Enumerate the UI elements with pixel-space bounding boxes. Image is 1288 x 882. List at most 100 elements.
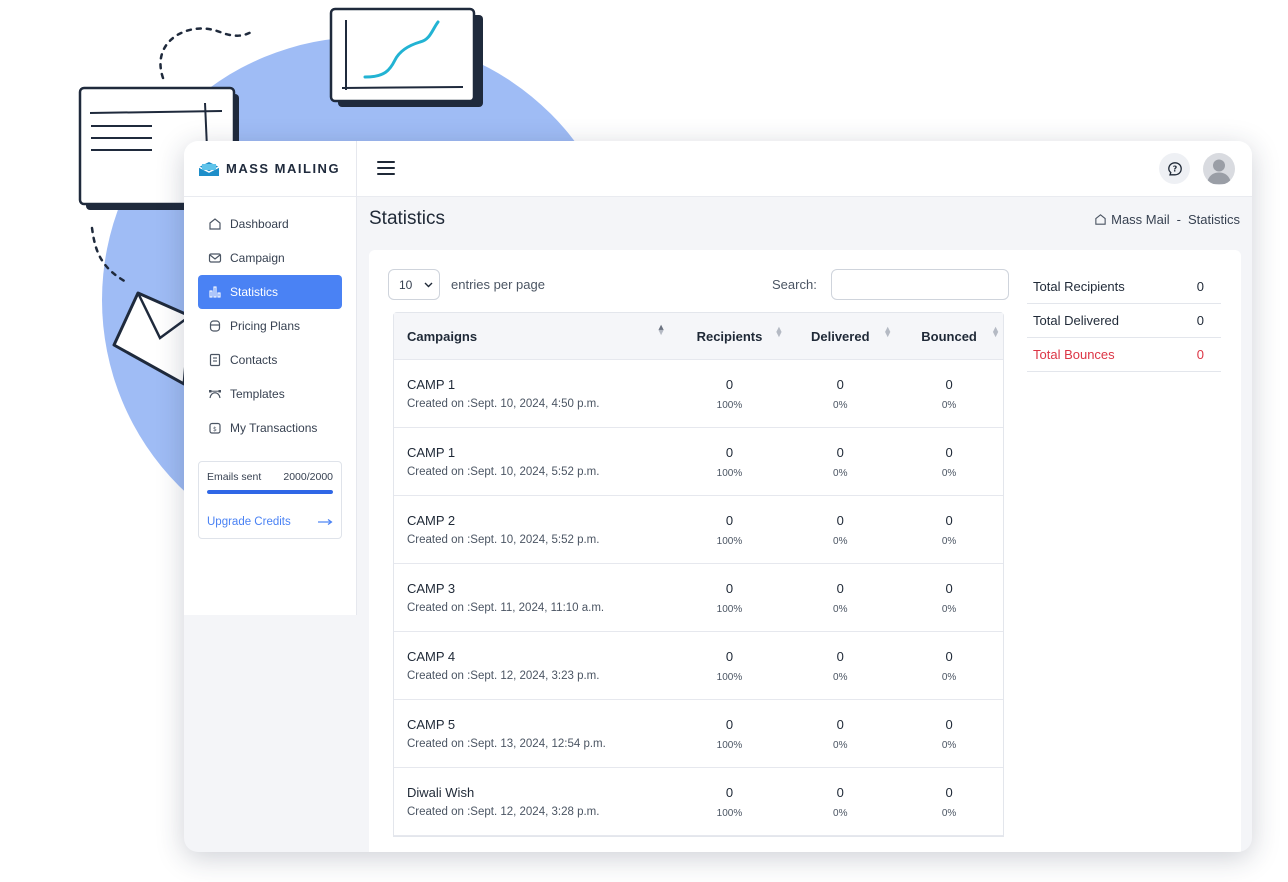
column-label: Bounced	[921, 328, 977, 344]
sidebar-item-pricing-plans[interactable]: Pricing Plans	[198, 309, 342, 343]
recipients-cell: 0 100%	[674, 445, 786, 479]
bounced-value: 0	[945, 716, 953, 732]
sidebar-item-dashboard[interactable]: Dashboard	[198, 207, 342, 241]
credits-progress-fill	[207, 490, 333, 494]
recipients-percent: 100%	[716, 467, 743, 479]
table-row[interactable]: CAMP 2 Created on :Sept. 10, 2024, 5:52 p…	[394, 496, 1003, 564]
sort-icon: ▲ ▼	[883, 323, 893, 339]
campaign-name[interactable]: CAMP 5	[407, 717, 674, 732]
recipients-percent: 100%	[716, 807, 743, 819]
delivered-percent: 0%	[833, 739, 848, 751]
summary-total-bounces: Total Bounces 0	[1027, 338, 1221, 372]
help-button[interactable]: ?	[1159, 153, 1190, 184]
breadcrumb-separator: -	[1176, 212, 1181, 227]
table-row[interactable]: CAMP 1 Created on :Sept. 10, 2024, 5:52 p…	[394, 428, 1003, 496]
topbar: ?	[357, 141, 1252, 197]
entries-per-page-select[interactable]: 10	[388, 269, 440, 300]
summary-label: Total Bounces	[1033, 347, 1115, 362]
recipients-cell: 0 100%	[674, 581, 786, 615]
column-header-bounced[interactable]: Bounced ▲ ▼	[895, 323, 1003, 344]
summary-total-recipients: Total Recipients 0	[1027, 270, 1221, 304]
summary-label: Total Delivered	[1033, 313, 1119, 328]
contacts-icon	[209, 353, 221, 367]
sort-icon: ▲ ▼	[774, 323, 784, 339]
recipients-value: 0	[725, 444, 734, 460]
delivered-percent: 0%	[833, 399, 848, 411]
delivered-percent: 0%	[833, 807, 848, 819]
user-avatar[interactable]	[1203, 153, 1235, 185]
sidebar-item-campaign[interactable]: Campaign	[198, 241, 342, 275]
bounced-value: 0	[945, 444, 953, 460]
sidebar-item-label: Pricing Plans	[230, 319, 301, 333]
campaign-created: Created on :Sept. 13, 2024, 12:54 p.m.	[407, 738, 606, 750]
column-label: Campaigns	[407, 328, 478, 344]
recipients-value: 0	[725, 648, 734, 664]
table-row[interactable]: CAMP 4 Created on :Sept. 12, 2024, 3:23 p…	[394, 632, 1003, 700]
column-header-campaigns[interactable]: Campaigns ▲ ▼	[394, 322, 674, 344]
campaign-name[interactable]: CAMP 2	[407, 513, 674, 528]
sidebar-item-templates[interactable]: Templates	[198, 377, 342, 411]
bounced-cell: 0 0%	[895, 785, 1003, 819]
recipients-percent: 100%	[716, 671, 743, 683]
delivered-cell: 0 0%	[785, 445, 895, 479]
brand-name: MASS MAILING	[226, 161, 341, 176]
sidebar-item-label: Contacts	[230, 353, 278, 367]
campaign-name[interactable]: Diwali Wish	[407, 785, 674, 800]
campaign-name[interactable]: CAMP 1	[407, 377, 674, 392]
recipients-percent: 100%	[716, 399, 743, 411]
recipients-value: 0	[725, 716, 734, 732]
mail-logo-icon	[198, 161, 220, 176]
recipients-percent: 100%	[716, 739, 743, 751]
stage: MASS MAILING Dashboard Campaign Statisti…	[0, 0, 1288, 882]
user-avatar-icon	[1207, 159, 1231, 184]
campaign-created: Created on :Sept. 10, 2024, 4:50 p.m.	[407, 398, 600, 410]
upgrade-credits-link[interactable]: Upgrade Credits	[207, 516, 333, 528]
campaign-cell: CAMP 1 Created on :Sept. 10, 2024, 4:50 p…	[394, 377, 674, 410]
column-header-recipients[interactable]: Recipients ▲ ▼	[674, 323, 786, 344]
recipients-cell: 0 100%	[674, 717, 786, 751]
recipients-percent: 100%	[716, 603, 743, 615]
bar-chart-icon	[209, 286, 221, 298]
table-row[interactable]: CAMP 3 Created on :Sept. 11, 2024, 11:10 …	[394, 564, 1003, 632]
home-icon	[1095, 214, 1106, 225]
delivered-cell: 0 0%	[785, 785, 895, 819]
campaign-created: Created on :Sept. 12, 2024, 3:28 p.m.	[407, 806, 600, 818]
bounced-value: 0	[945, 784, 953, 800]
sidebar-item-contacts[interactable]: Contacts	[198, 343, 342, 377]
bounced-cell: 0 0%	[895, 717, 1003, 751]
campaign-created: Created on :Sept. 10, 2024, 5:52 p.m.	[407, 534, 600, 546]
recipients-value: 0	[725, 512, 734, 528]
delivered-cell: 0 0%	[785, 717, 895, 751]
summary-value: 0	[1196, 279, 1204, 294]
delivered-value: 0	[836, 716, 844, 732]
bezier-icon	[209, 390, 221, 399]
campaign-name[interactable]: CAMP 1	[407, 445, 674, 460]
table-row[interactable]: CAMP 1 Created on :Sept. 10, 2024, 4:50 p…	[394, 360, 1003, 428]
campaign-cell: CAMP 3 Created on :Sept. 11, 2024, 11:10 …	[394, 581, 674, 614]
bounced-value: 0	[945, 648, 953, 664]
brand-logo[interactable]: MASS MAILING	[184, 141, 356, 197]
search-input[interactable]	[831, 269, 1009, 300]
campaign-name[interactable]: CAMP 3	[407, 581, 674, 596]
campaign-name[interactable]: CAMP 4	[407, 649, 674, 664]
bounced-cell: 0 0%	[895, 649, 1003, 683]
bounced-cell: 0 0%	[895, 377, 1003, 411]
sidebar-item-statistics[interactable]: Statistics	[198, 275, 342, 309]
sidebar-item-label: My Transactions	[230, 421, 318, 435]
sidebar-item-my-transactions[interactable]: $ My Transactions	[198, 411, 342, 445]
bounced-value: 0	[945, 376, 953, 392]
table-row[interactable]: Diwali Wish Created on :Sept. 12, 2024, 3…	[394, 768, 1003, 836]
emails-sent-value: 2000/2000	[283, 471, 333, 483]
delivered-value: 0	[836, 444, 844, 460]
column-header-delivered[interactable]: Delivered ▲ ▼	[785, 323, 895, 344]
table-header: Campaigns ▲ ▼ Recipients ▲ ▼ Delivered ▲ ▼ …	[394, 313, 1003, 360]
campaign-created: Created on :Sept. 12, 2024, 3:23 p.m.	[407, 670, 600, 682]
bounced-cell: 0 0%	[895, 581, 1003, 615]
column-label: Recipients	[696, 328, 763, 344]
sort-icon: ▲ ▼	[991, 323, 1000, 339]
breadcrumb-root[interactable]: Mass Mail	[1111, 212, 1170, 227]
table-row[interactable]: CAMP 5 Created on :Sept. 13, 2024, 12:54 …	[394, 700, 1003, 768]
delivered-percent: 0%	[833, 671, 848, 683]
delivered-value: 0	[836, 784, 844, 800]
menu-toggle-button[interactable]	[377, 161, 395, 175]
